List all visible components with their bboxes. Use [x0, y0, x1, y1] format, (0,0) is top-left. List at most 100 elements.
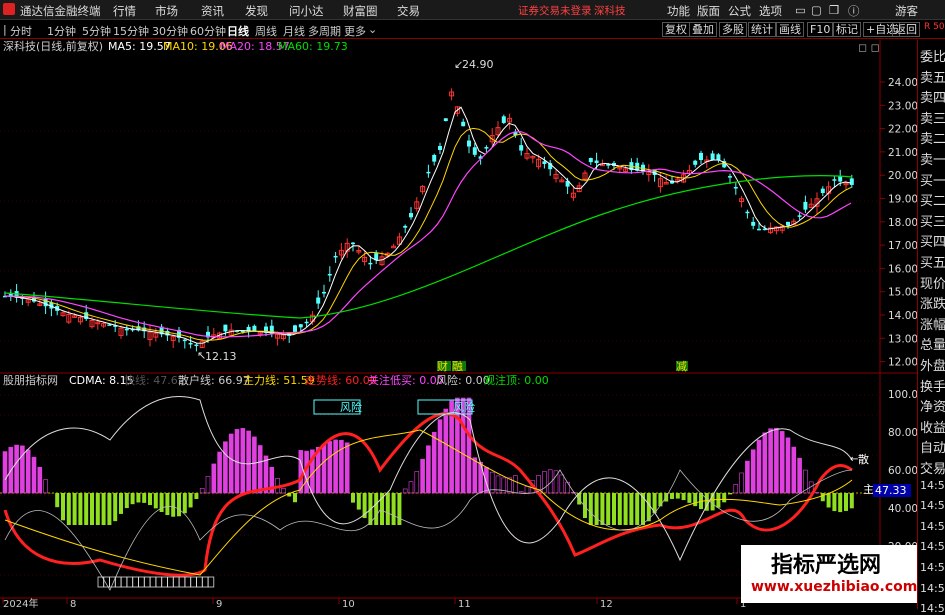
- candle-body: [757, 229, 761, 231]
- indicator-bar: [844, 493, 848, 511]
- sidebar-item-18[interactable]: 收益: [920, 417, 945, 436]
- x-axis-label: 11: [458, 599, 471, 609]
- candle-body: [821, 189, 825, 193]
- panel-close-icon[interactable]: ◻ ◻: [858, 41, 880, 54]
- adjust-button[interactable]: 复权: [662, 22, 690, 37]
- sidebar-item-8[interactable]: 买三: [920, 211, 945, 230]
- indicator-bar: [345, 443, 349, 493]
- restore-icon[interactable]: ❐: [829, 3, 839, 17]
- f10-button[interactable]: F10: [807, 22, 833, 37]
- notice-stock: 深科技: [594, 3, 626, 18]
- guest-label[interactable]: 游客: [895, 3, 918, 19]
- tab-weekly[interactable]: 周线: [255, 23, 277, 39]
- sidebar-item-6[interactable]: 买一: [920, 170, 945, 189]
- menu-bar: 通达信金融终端 行情 市场 资讯 发现 问小达 财富圈 交易 证券交易未登录 深…: [0, 0, 945, 20]
- indicator-bar: [107, 493, 111, 525]
- indicator-bar: [148, 493, 152, 505]
- tab-time-share[interactable]: 分时: [10, 23, 32, 39]
- tab-daily[interactable]: 日线: [227, 23, 249, 39]
- sidebar-item-11[interactable]: 现价: [920, 273, 945, 292]
- menu-market[interactable]: 市场: [155, 3, 178, 19]
- sidebar-item-16[interactable]: 换手: [920, 376, 945, 395]
- indicator-bar: [154, 493, 158, 508]
- candle-body: [392, 246, 396, 248]
- stats-button[interactable]: 统计: [748, 22, 776, 37]
- tab-1min[interactable]: 1分钟: [47, 23, 76, 39]
- main-line-value: 主力线: 51.59: [243, 373, 315, 387]
- signal-box: [150, 577, 156, 587]
- sidebar-item-23[interactable]: 14:56: [920, 520, 945, 533]
- tab-15min[interactable]: 15分钟: [113, 23, 149, 39]
- overlay-button[interactable]: 叠加: [689, 22, 717, 37]
- menu-trade[interactable]: 交易: [397, 3, 420, 19]
- sidebar-item-20[interactable]: 交易: [920, 458, 945, 477]
- indicator-bar: [618, 493, 622, 525]
- tab-5min[interactable]: 5分钟: [82, 23, 111, 39]
- sidebar-item-7[interactable]: 买二: [920, 190, 945, 209]
- sidebar-item-5[interactable]: 卖一: [920, 149, 945, 168]
- sidebar-item-22[interactable]: 14:56: [920, 499, 945, 512]
- window-icon[interactable]: ▢: [811, 3, 822, 17]
- sidebar-item-25[interactable]: 14:56: [920, 561, 945, 574]
- sidebar-item-12[interactable]: 涨跌: [920, 293, 945, 312]
- indicator-bar: [774, 428, 778, 493]
- tab-monthly[interactable]: 月线: [283, 23, 305, 39]
- menu-function[interactable]: 功能: [667, 3, 690, 19]
- signal-box: [202, 577, 208, 587]
- tab-more[interactable]: 更多: [344, 23, 366, 39]
- multi-stock-button[interactable]: 多股: [719, 22, 747, 37]
- sidebar-item-0[interactable]: 委比: [920, 46, 945, 65]
- menu-options[interactable]: 选项: [759, 3, 782, 19]
- sidebar-item-3[interactable]: 卖三: [920, 108, 945, 127]
- price-axis-tick: 22.00: [888, 124, 917, 136]
- indicator-bar: [473, 458, 477, 493]
- menu-news[interactable]: 资讯: [201, 3, 224, 19]
- indicator-bar: [716, 493, 720, 508]
- menu-quotes[interactable]: 行情: [113, 3, 136, 19]
- more-chevron-icon[interactable]: ⌄: [368, 23, 377, 36]
- candle-body: [832, 179, 836, 181]
- candle-body: [745, 212, 749, 214]
- indicator-bar: [566, 482, 570, 493]
- sidebar-item-21[interactable]: 14:56: [920, 479, 945, 492]
- mark-button[interactable]: 标记: [833, 22, 861, 37]
- tab-60min[interactable]: 60分钟: [190, 23, 226, 39]
- sidebar-item-2[interactable]: 卖四: [920, 87, 945, 106]
- menu-discover[interactable]: 发现: [245, 3, 268, 19]
- login-notice[interactable]: 证券交易未登录: [518, 3, 592, 18]
- sidebar-item-10[interactable]: 买五: [920, 252, 945, 271]
- menu-layout[interactable]: 版面: [697, 3, 720, 19]
- signal-box: [104, 577, 110, 587]
- sidebar-item-26[interactable]: 14:56: [920, 582, 945, 595]
- menu-ask[interactable]: 问小达: [289, 3, 324, 19]
- signal-box: [110, 577, 116, 587]
- candle-body: [589, 158, 593, 162]
- indicator-bar: [525, 486, 529, 493]
- chart-area[interactable]: 深科技(日线,前复权) MA5: 19.57 MA10: 19.06 MA20:…: [0, 40, 917, 609]
- menu-wealth[interactable]: 财富圈: [343, 3, 378, 19]
- signal-box: [121, 577, 127, 587]
- sidebar-item-24[interactable]: 14:56: [920, 540, 945, 553]
- tab-30min[interactable]: 30分钟: [152, 23, 188, 39]
- retail-arrow-icon: ←: [850, 454, 858, 465]
- sidebar-item-9[interactable]: 买四: [920, 231, 945, 250]
- sidebar-item-17[interactable]: 净资: [920, 396, 945, 415]
- sidebar-item-13[interactable]: 涨幅: [920, 314, 945, 333]
- back-button[interactable]: 返回: [892, 22, 920, 37]
- minimize-icon[interactable]: ▭: [795, 3, 806, 17]
- sidebar-item-14[interactable]: 总量: [920, 334, 945, 353]
- indicator-bar: [131, 493, 135, 504]
- event-marker-cai-text: 财: [437, 359, 448, 373]
- sidebar-item-1[interactable]: 卖五: [920, 67, 945, 86]
- tab-multi[interactable]: 多周期: [308, 23, 341, 39]
- sidebar-item-4[interactable]: 卖二: [920, 128, 945, 147]
- menu-formula[interactable]: 公式: [728, 3, 751, 19]
- indicator-bar: [606, 493, 610, 525]
- sidebar-item-19[interactable]: 自动: [920, 437, 945, 456]
- info-icon[interactable]: ⓘ: [848, 3, 860, 19]
- draw-button[interactable]: 画线: [776, 22, 804, 37]
- indicator-bar: [73, 493, 77, 525]
- candlesticks: [3, 88, 854, 351]
- sidebar-item-15[interactable]: 外盘: [920, 355, 945, 374]
- indicator-bar: [479, 462, 483, 493]
